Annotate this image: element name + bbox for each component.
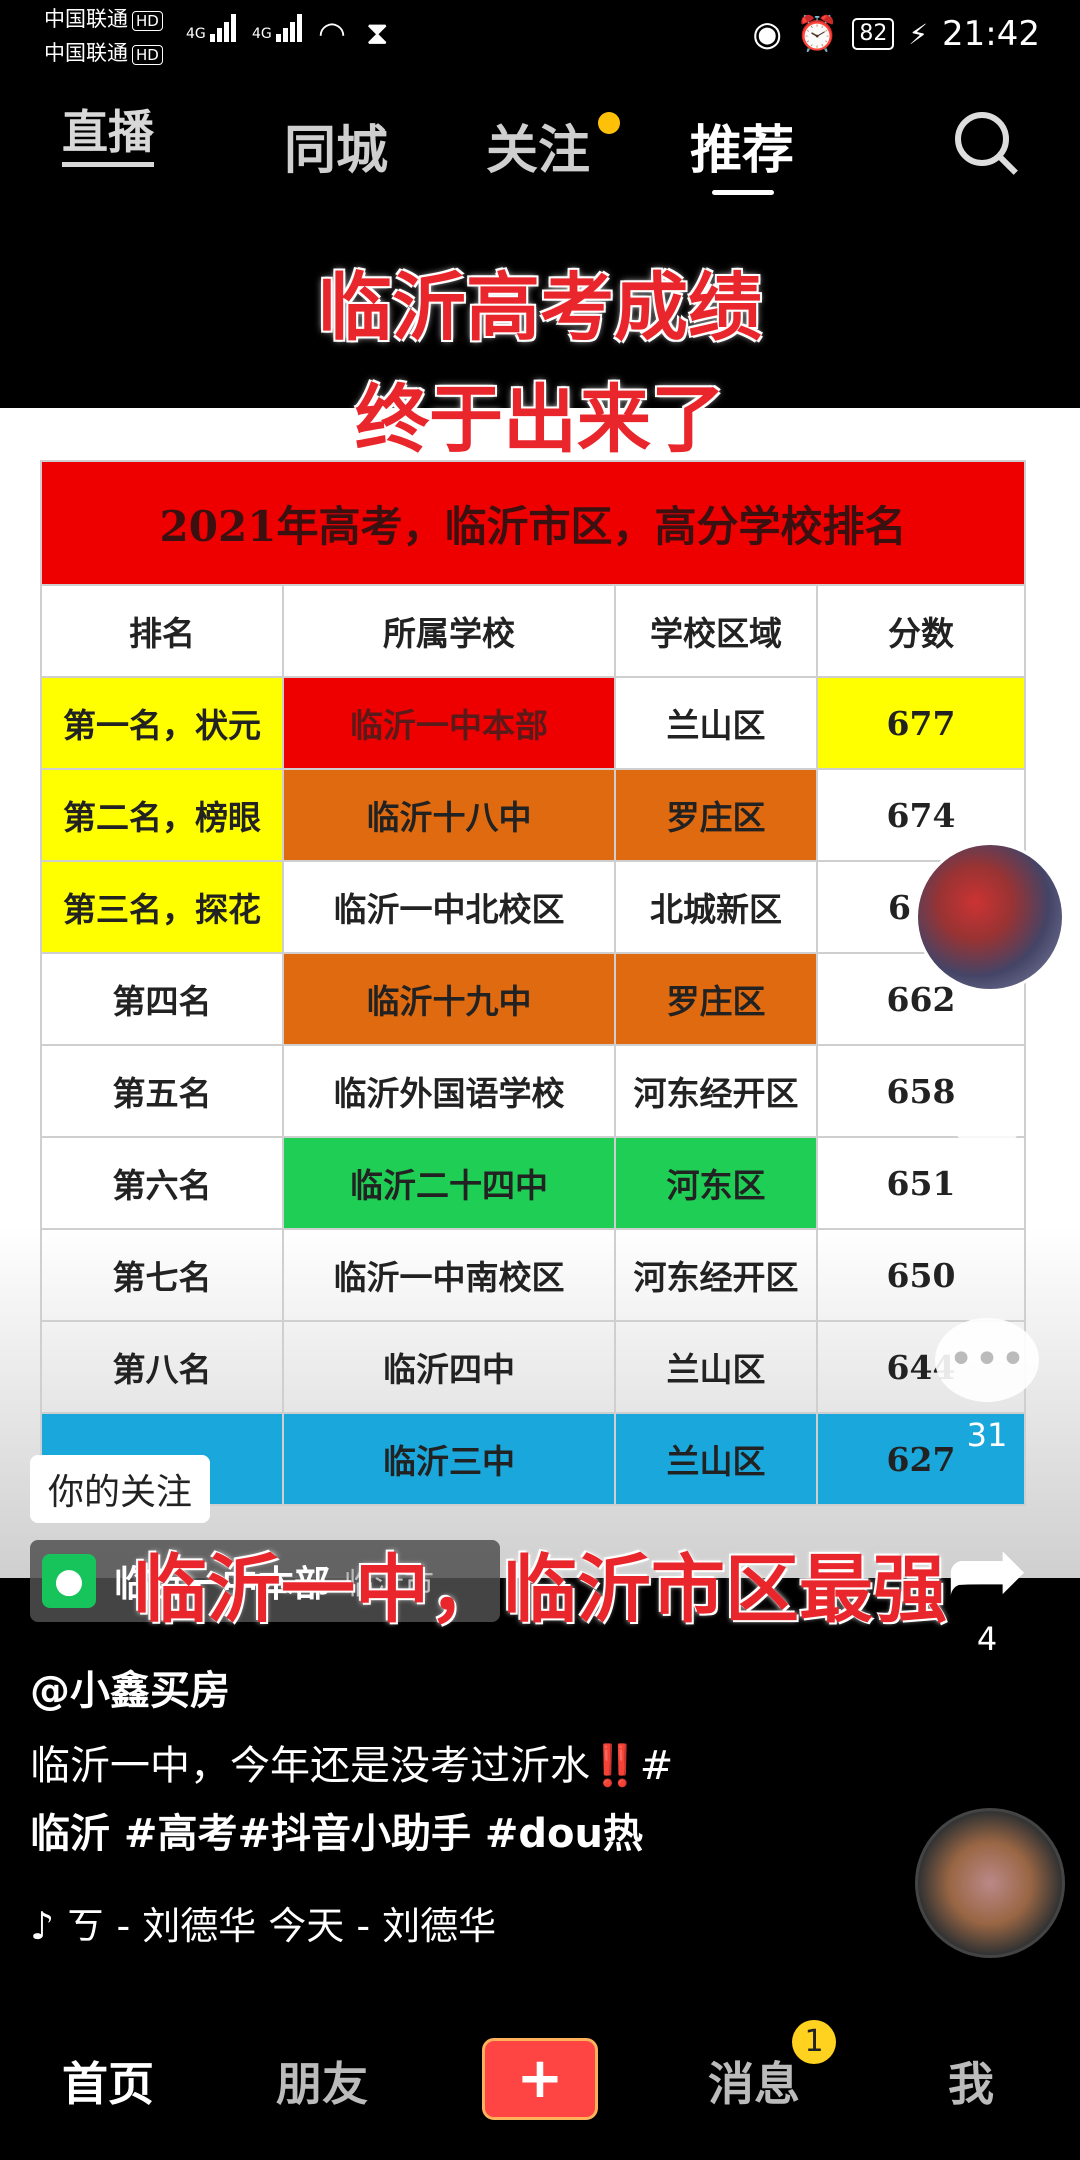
music-disc[interactable] xyxy=(915,1808,1065,1958)
music-title: ㄎ - 刘德华 今天 - 刘德华 xyxy=(66,1904,497,1948)
rank-cell: 第三名，探花 xyxy=(40,860,284,954)
carrier-name-2: 中国联通 xyxy=(44,41,128,65)
ranking-table: 2021年高考，临沂市区，高分学校排名 排名 所属学校 学校区域 分数 第一名，… xyxy=(40,460,1026,1506)
nav-me[interactable]: 我 xyxy=(948,2048,994,2114)
area-cell: 河东经开区 xyxy=(614,1228,818,1322)
alarm-icon: ⏰ xyxy=(796,14,839,54)
rank-cell: 第八名 xyxy=(40,1320,284,1414)
score-cell: 677 xyxy=(816,676,1026,770)
school-cell: 临沂一中北校区 xyxy=(282,860,616,954)
eye-icon: ◉ xyxy=(752,14,782,54)
signal-icon-2: 4G xyxy=(252,14,304,42)
area-cell: 河东经开区 xyxy=(614,1044,818,1138)
video-headline-2: 终于出来了 xyxy=(355,377,725,463)
table-row: 第八名 临沂四中 兰山区 644 xyxy=(40,1320,1026,1414)
nav-friends[interactable]: 朋友 xyxy=(276,2048,368,2114)
hashtags[interactable]: 临沂 #高考#抖音小助手 #dou热 xyxy=(30,1800,810,1868)
signal-icon: 4G xyxy=(186,14,238,42)
author-avatar[interactable] xyxy=(915,842,1065,992)
video-caption: 临沂一中，临沂市区最强 xyxy=(133,1547,947,1633)
table-row: 第一名，状元 临沂一中本部 兰山区 677 xyxy=(40,676,1026,770)
hourglass-icon: ⧗ xyxy=(366,14,389,52)
nav-home[interactable]: 首页 xyxy=(62,2048,154,2114)
header-school: 所属学校 xyxy=(282,584,616,678)
tab-following[interactable]: 关注 xyxy=(486,108,590,183)
rank-cell: 第七名 xyxy=(40,1228,284,1322)
table-row: 第四名 临沂十九中 罗庄区 662 xyxy=(40,952,1026,1046)
bottom-nav: 首页 朋友 + 消息 1 我 xyxy=(0,2020,1080,2130)
tab-recommended[interactable]: 推荐 xyxy=(690,108,794,183)
area-cell: 罗庄区 xyxy=(614,952,818,1046)
table-row: 第五名 临沂外国语学校 河东经开区 658 xyxy=(40,1044,1026,1138)
area-cell: 罗庄区 xyxy=(614,768,818,862)
header-rank: 排名 xyxy=(40,584,284,678)
status-bar: 中国联通 HD 中国联通 HD 4G 4G ◠ ⧗ ◉ ⏰ 82 ⚡ 21:42 xyxy=(0,0,1080,72)
school-cell: 临沂一中南校区 xyxy=(282,1228,616,1322)
video-headline-1: 临沂高考成绩 xyxy=(318,265,762,351)
score-cell: 650 xyxy=(816,1228,1026,1322)
rank-cell: 第四名 xyxy=(40,952,284,1046)
comment-icon[interactable]: ••• xyxy=(935,1318,1039,1402)
area-cell: 兰山区 xyxy=(614,1320,818,1414)
clock-time: 21:42 xyxy=(942,14,1040,54)
search-icon[interactable] xyxy=(955,112,1009,166)
charging-icon: ⚡ xyxy=(908,17,929,51)
school-cell: 临沂二十四中 xyxy=(282,1136,616,1230)
rank-cell: 第六名 xyxy=(40,1136,284,1230)
new-content-dot xyxy=(598,112,620,134)
wifi-icon: ◠ xyxy=(318,14,346,52)
tab-local[interactable]: 同城 xyxy=(284,108,388,183)
header-score: 分数 xyxy=(816,584,1026,678)
school-cell: 临沂四中 xyxy=(282,1320,616,1414)
school-cell: 临沂十八中 xyxy=(282,768,616,862)
active-tab-indicator xyxy=(712,190,774,195)
table-title: 2021年高考，临沂市区，高分学校排名 xyxy=(40,460,1026,586)
post-description: 临沂一中，今年还是没考过沂水‼️# 临沂 #高考#抖音小助手 #dou热 xyxy=(30,1732,810,1868)
school-cell: 临沂外国语学校 xyxy=(282,1044,616,1138)
hd-badge: HD xyxy=(132,11,163,31)
area-cell: 兰山区 xyxy=(614,676,818,770)
school-cell: 临沂十九中 xyxy=(282,952,616,1046)
create-button[interactable]: + xyxy=(482,2038,598,2120)
area-cell: 兰山区 xyxy=(614,1412,818,1506)
music-info[interactable]: ♪ ㄎ - 刘德华 今天 - 刘德华 xyxy=(30,1895,496,1950)
comment-count: 31 xyxy=(966,1416,1008,1454)
table-row: 第七名 临沂一中南校区 河东经开区 650 xyxy=(40,1228,1026,1322)
battery-icon: 82 xyxy=(852,18,895,50)
rank-cell: 第五名 xyxy=(40,1044,284,1138)
school-cell: 临沂三中 xyxy=(282,1412,616,1506)
rank-cell: 第一名，状元 xyxy=(40,676,284,770)
top-nav: 直播 同城 关注 推荐 xyxy=(0,90,1080,195)
carrier-name: 中国联通 xyxy=(44,7,128,31)
nav-messages[interactable]: 消息 xyxy=(708,2048,800,2114)
area-cell: 河东区 xyxy=(614,1136,818,1230)
heart-icon[interactable]: ♥ xyxy=(937,1088,1037,1188)
area-cell: 北城新区 xyxy=(614,860,818,954)
rank-cell: 第二名，榜眼 xyxy=(40,768,284,862)
hd-badge-2: HD xyxy=(132,45,163,65)
description-line: 临沂一中，今年还是没考过沂水‼️# xyxy=(30,1743,674,1789)
message-badge: 1 xyxy=(792,2020,836,2064)
header-area: 学校区域 xyxy=(614,584,818,678)
following-tag: 你的关注 xyxy=(30,1455,211,1523)
school-cell: 临沂一中本部 xyxy=(282,676,616,770)
live-button[interactable]: 直播 xyxy=(62,102,154,167)
like-count: 31 xyxy=(966,1188,1008,1226)
music-note-icon: ♪ xyxy=(30,1904,55,1948)
author-name[interactable]: @小鑫买房 xyxy=(30,1658,230,1716)
table-row: 第三名，探花 临沂一中北校区 北城新区 6 xyxy=(40,860,1026,954)
table-row: 第二名，榜眼 临沂十八中 罗庄区 674 xyxy=(40,768,1026,862)
table-row: 第六名 临沂二十四中 河东区 651 xyxy=(40,1136,1026,1230)
